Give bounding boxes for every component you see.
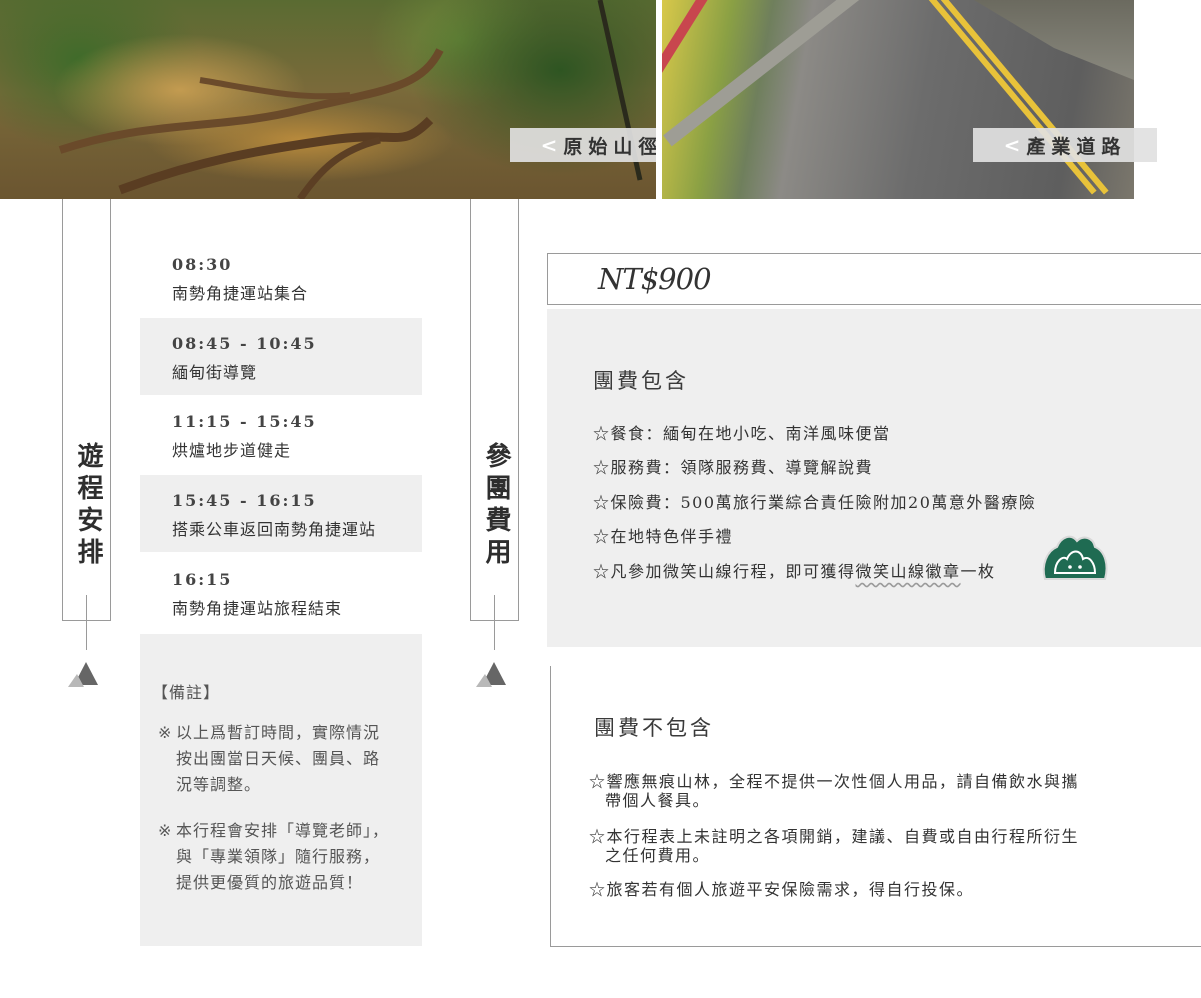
included-item: ☆餐食：緬甸在地小吃、南洋風味便當	[593, 424, 891, 443]
fees-stem	[494, 595, 495, 650]
price-value: NT$900	[598, 262, 712, 296]
schedule-desc: 緬甸街導覽	[172, 363, 258, 382]
badge-highlight: 微笑山線徽章	[855, 562, 961, 581]
schedule-desc: 南勢角捷運站集合	[172, 284, 309, 303]
excluded-panel: 團費不包含 ☆響應無痕山林，全程不提供一次性個人用品，請自備飲水與攜 帶個人餐具…	[550, 666, 1201, 947]
included-item: ☆保險費：500萬旅行業綜合責任險附加20萬意外醫療險	[593, 493, 1037, 512]
schedule-time: 11:15 - 15:45	[172, 412, 317, 431]
chevron-left-icon: <	[1003, 133, 1021, 157]
schedule-stem	[86, 595, 87, 650]
schedule-desc: 烘爐地步道健走	[172, 441, 292, 460]
schedule-heading: 遊程安排	[73, 442, 103, 570]
mountain-triangle-icon	[476, 662, 506, 687]
smile-mountain-badge-icon	[1042, 535, 1108, 580]
note-line: 本行程會安排「導覽老師」，	[176, 821, 390, 840]
schedule-item: 08:30 南勢角捷運站集合	[140, 241, 422, 318]
schedule-item: 15:45 - 16:15 搭乘公車返回南勢角捷運站	[140, 475, 422, 552]
red-road-line	[662, 0, 711, 199]
excluded-line: 之任何費用。	[605, 846, 711, 865]
trail-label-text: 原始山徑	[563, 135, 656, 158]
schedule-time: 15:45 - 16:15	[172, 491, 317, 510]
schedule-desc: 搭乘公車返回南勢角捷運站	[172, 520, 377, 539]
price-bar: NT$900	[547, 253, 1201, 305]
road-label[interactable]: < 產業道路	[973, 128, 1157, 162]
note-mark: ※	[158, 821, 173, 840]
excluded-line: ☆響應無痕山林，全程不提供一次性個人用品，請自備飲水與攜	[589, 772, 1080, 791]
schedule-item: 11:15 - 15:45 烘爐地步道健走	[140, 395, 422, 475]
note-line: 按出團當日天候、團員、路	[176, 749, 381, 768]
chevron-left-icon: <	[540, 133, 558, 157]
notes-title: 【備註】	[152, 683, 221, 702]
excluded-item: ☆響應無痕山林，全程不提供一次性個人用品，請自備飲水與攜 帶個人餐具。	[589, 772, 1079, 810]
trail-roots-illustration	[58, 0, 643, 199]
excluded-line: ☆旅客若有個人旅遊平安保險需求，得自行投保。	[589, 880, 975, 899]
note-item: 以上爲暫訂時間，實際情況 按出團當日天候、團員、路 況等調整。	[176, 720, 380, 798]
included-panel: 團費包含 ☆餐食：緬甸在地小吃、南洋風味便當 ☆服務費：領隊服務費、導覽解說費 …	[547, 309, 1201, 647]
fees-heading: 參團費用	[481, 442, 511, 570]
schedule-desc: 南勢角捷運站旅程結束	[172, 599, 343, 618]
excluded-item: ☆本行程表上未註明之各項開銷，建議、自費或自由行程所衍生 之任何費用。	[589, 827, 1079, 865]
schedule-time: 16:15	[172, 570, 233, 589]
notes-panel: 【備註】 ※ 以上爲暫訂時間，實際情況 按出團當日天候、團員、路 況等調整。 ※…	[140, 634, 422, 946]
note-line: 與「專業領隊」隨行服務，	[176, 847, 381, 866]
schedule-item: 16:15 南勢角捷運站旅程結束	[140, 552, 422, 634]
road-label-text: 產業道路	[1026, 135, 1127, 158]
mountain-triangle-icon	[68, 662, 98, 687]
excluded-line: ☆本行程表上未註明之各項開銷，建議、自費或自由行程所衍生	[589, 827, 1080, 846]
note-line: 況等調整。	[176, 775, 262, 794]
badge-line-suffix: 一枚	[960, 562, 996, 581]
included-title: 團費包含	[593, 369, 689, 393]
trail-photo: < 原始山徑	[0, 0, 656, 199]
schedule-item: 08:45 - 10:45 緬甸街導覽	[140, 318, 422, 395]
included-item: ☆在地特色伴手禮	[593, 527, 734, 546]
schedule-time: 08:30	[172, 255, 233, 274]
badge-line-prefix: ☆凡參加微笑山線行程，即可獲得	[593, 562, 856, 581]
schedule-time: 08:45 - 10:45	[172, 334, 317, 353]
trail-label[interactable]: < 原始山徑	[510, 128, 656, 162]
excluded-item: ☆旅客若有個人旅遊平安保險需求，得自行投保。	[589, 880, 974, 899]
excluded-title: 團費不包含	[594, 716, 714, 740]
included-item: ☆服務費：領隊服務費、導覽解說費	[593, 458, 874, 477]
note-item: 本行程會安排「導覽老師」， 與「專業領隊」隨行服務， 提供更優質的旅遊品質！	[176, 818, 389, 896]
note-line: 以上爲暫訂時間，實際情況	[176, 723, 381, 742]
included-item-badge: ☆凡參加微笑山線行程，即可獲得微笑山線徽章一枚	[593, 558, 996, 582]
note-mark: ※	[158, 723, 173, 742]
note-line: 提供更優質的旅遊品質！	[176, 873, 364, 892]
excluded-line: 帶個人餐具。	[605, 791, 711, 810]
road-photo	[662, 0, 1134, 199]
